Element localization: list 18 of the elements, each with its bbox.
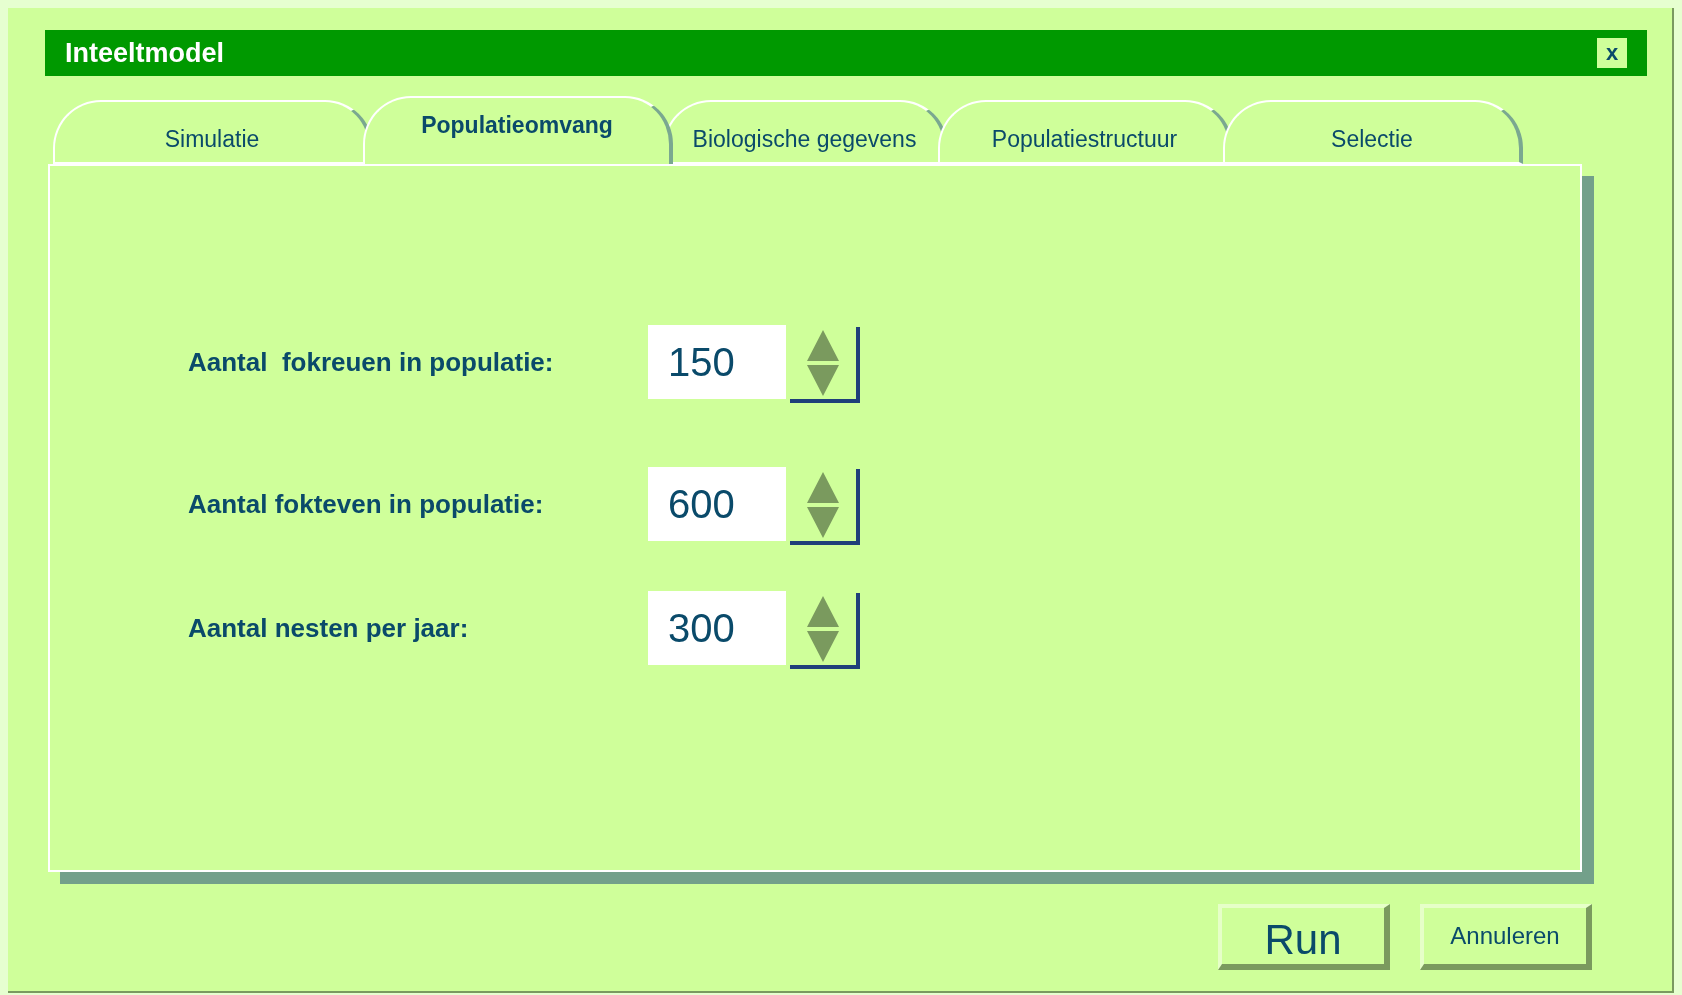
field-label: Aantal fokteven in populatie: (188, 487, 545, 521)
window-title: Inteeltmodel (65, 36, 225, 70)
number-field[interactable]: 300 (648, 591, 786, 665)
up-down-arrows-icon (806, 472, 840, 538)
tab[interactable]: Populatieomvang (363, 96, 673, 164)
spin-button[interactable] (790, 469, 860, 545)
spin-button[interactable] (790, 593, 860, 669)
run-button[interactable]: Run (1218, 904, 1390, 970)
field-label: Aantal fokreuen in populatie: (188, 345, 555, 379)
number-field[interactable]: 600 (648, 467, 786, 541)
field-label: Aantal nesten per jaar: (188, 611, 470, 645)
up-down-arrows-icon (806, 330, 840, 396)
tab[interactable]: Selectie (1223, 100, 1523, 164)
up-down-arrows-icon (806, 596, 840, 662)
cancel-button[interactable]: Annuleren (1420, 904, 1592, 970)
close-button[interactable]: x (1597, 38, 1627, 68)
spin-button[interactable] (790, 327, 860, 403)
number-field[interactable]: 150 (648, 325, 786, 399)
